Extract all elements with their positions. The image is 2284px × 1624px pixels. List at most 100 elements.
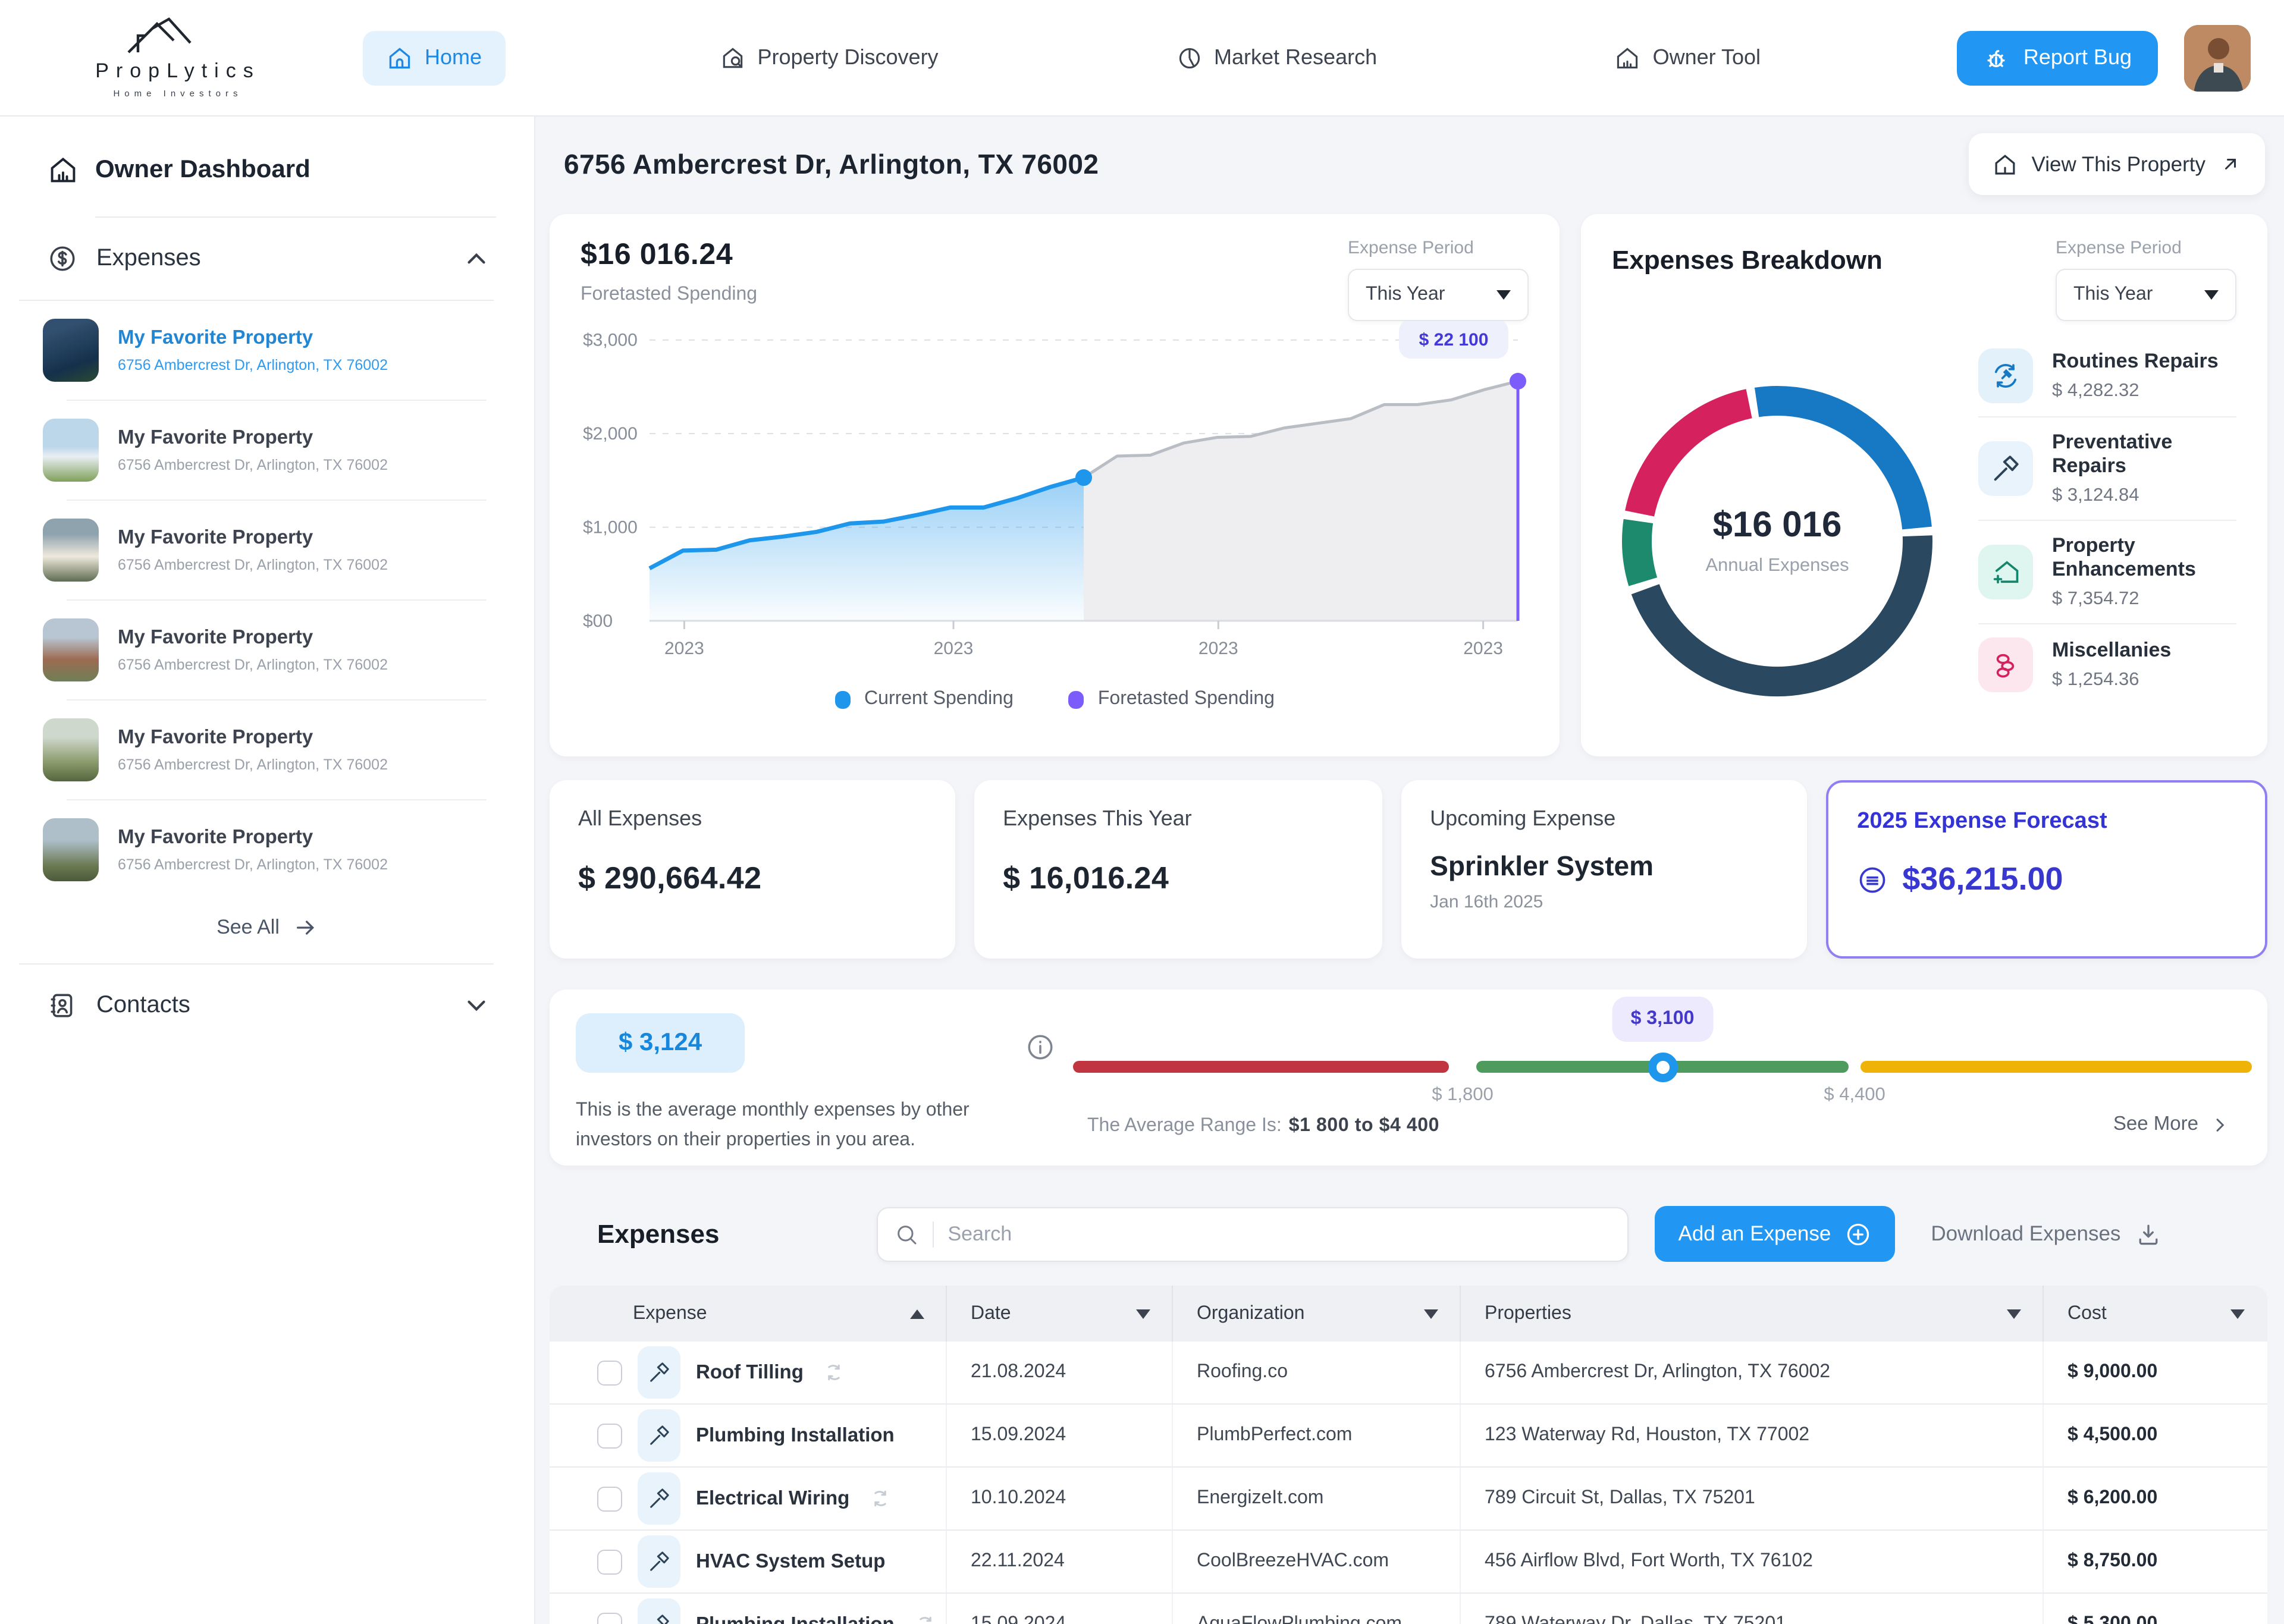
property-cell: 789 Circuit St, Dallas, TX 75201 bbox=[1461, 1468, 2044, 1529]
property-address: 6756 Ambercrest Dr, Arlington, TX 76002 bbox=[118, 756, 388, 773]
svg-text:$ 22 100: $ 22 100 bbox=[1419, 330, 1489, 350]
property-info: My Favorite Property6756 Ambercrest Dr, … bbox=[118, 327, 388, 373]
slider-handle[interactable] bbox=[1648, 1053, 1677, 1082]
nav-item-home[interactable]: Home bbox=[363, 30, 506, 85]
sidebar-item-expenses[interactable]: Expenses bbox=[0, 218, 534, 300]
svg-text:$1,000: $1,000 bbox=[583, 518, 638, 538]
column-header-cost[interactable]: Cost bbox=[2044, 1286, 2266, 1342]
report-bug-button[interactable]: Report Bug bbox=[1957, 30, 2158, 85]
table-row[interactable]: Electrical Wiring10.10.2024EnergizeIt.co… bbox=[550, 1468, 2267, 1531]
summary-card-value: Sprinkler System bbox=[1430, 850, 1778, 882]
breakdown-legend-item-preventative-repairs: Preventative Repairs$ 3,124.84 bbox=[1978, 417, 2236, 520]
svg-text:2023: 2023 bbox=[1463, 639, 1503, 658]
table-row[interactable]: Plumbing Installation15.09.2024PlumbPerf… bbox=[550, 1405, 2267, 1468]
slider-value-badge: $ 3,100 bbox=[1612, 997, 1714, 1042]
hammer-icon bbox=[1978, 441, 2033, 496]
download-expenses-button[interactable]: Download Expenses bbox=[1931, 1221, 2161, 1247]
breakdown-legend-text: Routines Repairs$ 4,282.32 bbox=[2052, 350, 2219, 402]
table-row[interactable]: Roof Tilling21.08.2024Roofing.co6756 Amb… bbox=[550, 1342, 2267, 1405]
add-expense-label: Add an Expense bbox=[1678, 1221, 1831, 1246]
sidebar-item-contacts[interactable]: Contacts bbox=[0, 965, 534, 1047]
sidebar-property-item[interactable]: My Favorite Property6756 Ambercrest Dr, … bbox=[0, 608, 534, 692]
sidebar-property-item[interactable]: My Favorite Property6756 Ambercrest Dr, … bbox=[0, 408, 534, 492]
table-row[interactable]: Plumbing Installation15.09.2024AquaFlowP… bbox=[550, 1594, 2267, 1624]
row-checkbox[interactable] bbox=[597, 1612, 622, 1624]
house-plus-icon bbox=[1978, 545, 2033, 599]
chevron-right-icon bbox=[2210, 1115, 2229, 1134]
see-all-button[interactable]: See All bbox=[0, 894, 534, 963]
expense-name: Electrical Wiring bbox=[696, 1487, 849, 1510]
column-header-properties[interactable]: Properties bbox=[1461, 1286, 2044, 1342]
expenses-section-title: Expenses bbox=[597, 1218, 719, 1249]
breakdown-donut-chart: $16 016 Annual Expenses bbox=[1605, 369, 1950, 714]
organization-cell: AquaFlowPlumbing.com bbox=[1173, 1594, 1461, 1624]
nav-item-property-discovery[interactable]: Property Discovery bbox=[695, 30, 962, 85]
sidebar-property-item[interactable]: My Favorite Property6756 Ambercrest Dr, … bbox=[0, 308, 534, 392]
sidebar-property-item[interactable]: My Favorite Property6756 Ambercrest Dr, … bbox=[0, 708, 534, 792]
app: PropLytics Home Investors Home Property D… bbox=[0, 0, 2284, 1624]
sort-asc-icon[interactable] bbox=[910, 1309, 924, 1318]
user-avatar[interactable] bbox=[2184, 24, 2251, 91]
breakdown-period-select[interactable]: This Year bbox=[2056, 269, 2236, 321]
summary-card-2025-expense-forecast[interactable]: 2025 Expense Forecast $36,215.00 bbox=[1826, 780, 2267, 959]
donut-center: $16 016 Annual Expenses bbox=[1605, 369, 1950, 714]
sort-desc-icon[interactable] bbox=[1136, 1309, 1150, 1318]
sort-desc-icon[interactable] bbox=[2007, 1309, 2021, 1318]
row-checkbox[interactable] bbox=[597, 1423, 622, 1448]
column-header-date[interactable]: Date bbox=[947, 1286, 1173, 1342]
arrow-right-icon bbox=[294, 916, 318, 940]
organization-cell: CoolBreezeHVAC.com bbox=[1173, 1531, 1461, 1592]
search-box[interactable] bbox=[876, 1207, 1628, 1261]
row-checkbox[interactable] bbox=[597, 1549, 622, 1574]
divider bbox=[67, 799, 487, 800]
row-checkbox[interactable] bbox=[597, 1360, 622, 1385]
summary-card-value: $36,215.00 bbox=[1902, 861, 2063, 898]
charts-row: $16 016.24 Foretasted Spending Expense P… bbox=[550, 214, 2267, 756]
chevron-down-icon[interactable] bbox=[462, 991, 491, 1020]
row-checkbox[interactable] bbox=[597, 1486, 622, 1511]
legend-swatch bbox=[834, 690, 850, 708]
property-title: My Favorite Property bbox=[118, 827, 388, 849]
recurring-icon bbox=[824, 1362, 845, 1383]
donut-center-label: Annual Expenses bbox=[1705, 555, 1849, 577]
property-thumbnail bbox=[43, 519, 99, 582]
expenses-table: ExpenseDateOrganizationPropertiesCost Ro… bbox=[550, 1286, 2267, 1624]
date-cell: 15.09.2024 bbox=[947, 1594, 1173, 1624]
property-info: My Favorite Property6756 Ambercrest Dr, … bbox=[118, 727, 388, 773]
column-header-expense[interactable]: Expense bbox=[550, 1286, 947, 1342]
table-row[interactable]: HVAC System Setup22.11.2024CoolBreezeHVA… bbox=[550, 1531, 2267, 1594]
view-property-button[interactable]: View This Property bbox=[1969, 133, 2265, 195]
see-more-button[interactable]: See More bbox=[2113, 1113, 2229, 1136]
breakdown-period-value: This Year bbox=[2073, 284, 2153, 306]
top-navbar: PropLytics Home Investors Home Property D… bbox=[0, 0, 2284, 117]
brand-tagline: Home Investors bbox=[113, 88, 242, 99]
legend-label: Current Spending bbox=[864, 689, 1014, 710]
sort-desc-icon[interactable] bbox=[2230, 1309, 2245, 1318]
property-title: My Favorite Property bbox=[118, 627, 388, 649]
column-header-organization[interactable]: Organization bbox=[1173, 1286, 1461, 1342]
nav-item-owner-tool[interactable]: Owner Tool bbox=[1591, 30, 1784, 85]
property-title: My Favorite Property bbox=[118, 327, 388, 350]
date-cell: 22.11.2024 bbox=[947, 1531, 1173, 1592]
date-cell: 15.09.2024 bbox=[947, 1405, 1173, 1466]
chevron-up-icon[interactable] bbox=[462, 244, 491, 274]
spending-summary: $16 016.24 Foretasted Spending bbox=[581, 238, 757, 321]
search-input[interactable] bbox=[948, 1222, 1610, 1246]
sort-desc-icon[interactable] bbox=[1424, 1309, 1438, 1318]
sidebar-property-item[interactable]: My Favorite Property6756 Ambercrest Dr, … bbox=[0, 808, 534, 892]
expense-period-select[interactable]: This Year bbox=[1348, 269, 1529, 321]
summary-card-label: 2025 Expense Forecast bbox=[1857, 809, 2236, 835]
average-expense-badge: $ 3,124 bbox=[576, 1013, 745, 1073]
summary-card-label: Expenses This Year bbox=[1003, 806, 1354, 831]
property-thumbnail bbox=[43, 319, 99, 382]
add-expense-button[interactable]: Add an Expense bbox=[1654, 1206, 1895, 1262]
nav-item-market-research[interactable]: Market Research bbox=[1152, 30, 1401, 85]
expense-cell: Plumbing Installation bbox=[550, 1594, 947, 1624]
cost-cell: $ 4,500.00 bbox=[2044, 1405, 2266, 1466]
summary-card-subtitle: Jan 16th 2025 bbox=[1430, 892, 1778, 912]
info-icon[interactable] bbox=[1025, 1032, 1055, 1068]
avatar-photo bbox=[2184, 24, 2251, 91]
sidebar-property-item[interactable]: My Favorite Property6756 Ambercrest Dr, … bbox=[0, 508, 534, 592]
brand-logo[interactable]: PropLytics Home Investors bbox=[50, 17, 306, 99]
spending-subtitle: Foretasted Spending bbox=[581, 284, 757, 306]
